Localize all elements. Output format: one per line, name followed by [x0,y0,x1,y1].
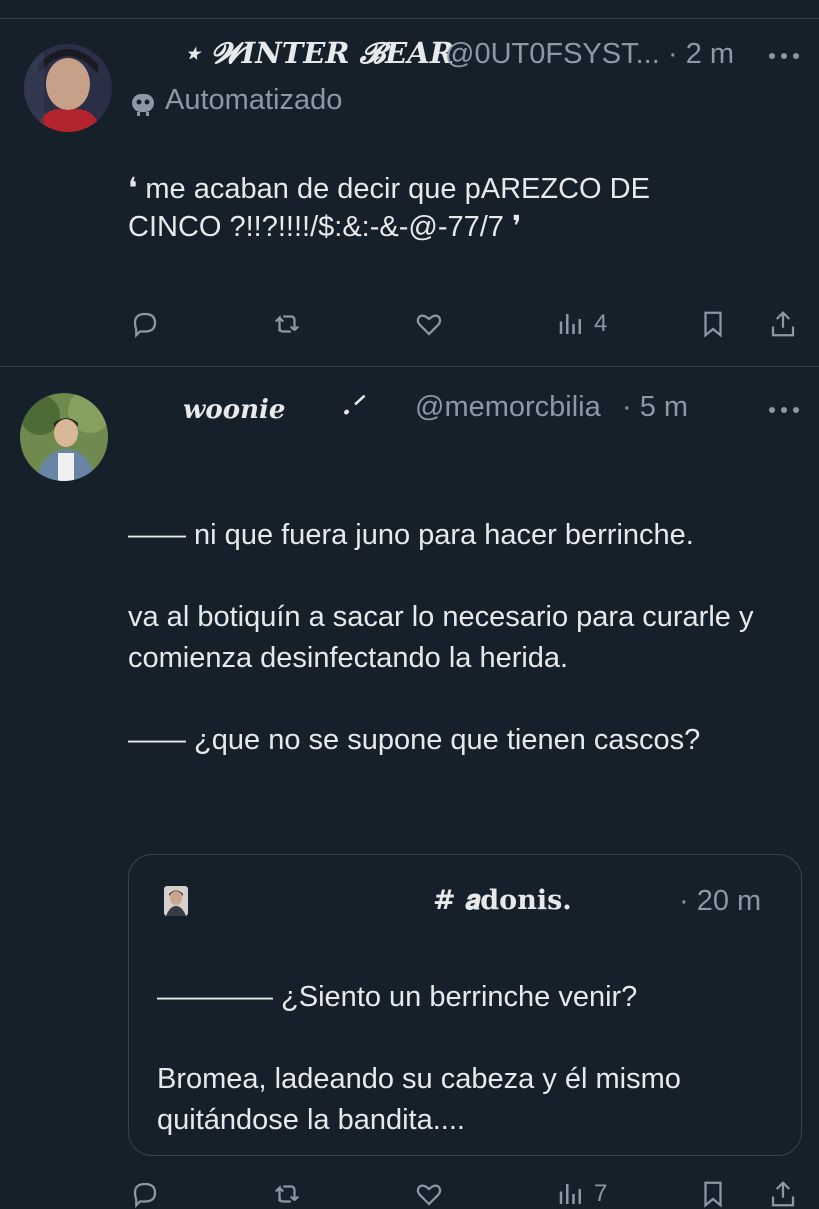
share-icon [771,311,795,337]
share-icon [771,1181,795,1207]
views-count: 7 [594,1180,608,1207]
views-button[interactable]: 7 [556,1179,607,1209]
user-handle[interactable]: @memorcbilia [415,391,601,424]
name-decoration: .ᐟ [342,391,363,421]
bookmark-button[interactable] [698,1179,728,1209]
share-button[interactable] [768,309,798,339]
bot-icon [128,88,158,118]
user-handle[interactable]: @0UT0FSYST... [445,38,660,71]
reply-icon [133,312,157,338]
tweet-text: —— ni que fuera juno para hacer berrinch… [128,519,754,756]
tweet-1[interactable]: ⋆ 𝓦INTER 𝓑EAR @0UT0FSYST... · 2 m Automa… [0,0,819,366]
automated-label: Automatizado [165,84,343,116]
quoted-display-name[interactable]: # 𝒂donis. [433,885,572,917]
reply-button[interactable] [130,1179,160,1209]
display-name[interactable]: ⋆ 𝓦INTER 𝓑EAR [183,36,454,71]
tweet-time[interactable]: · 2 m [668,38,734,71]
heart-icon [416,1184,442,1206]
display-name[interactable]: woonie [183,395,285,425]
tweet-2[interactable]: woonie .ᐟ @memorcbilia · 5 m —— ni que f… [0,367,819,1208]
retweet-icon [274,315,300,333]
more-icon[interactable] [767,40,801,68]
more-icon[interactable] [767,394,801,422]
retweet-button[interactable] [272,1179,302,1209]
views-button[interactable]: 4 [556,309,607,339]
tweet-text: ❛ me acaban de decir que pAREZCO DE CINC… [128,173,650,243]
timeline: ⋆ 𝓦INTER 𝓑EAR @0UT0FSYST... · 2 m Automa… [0,0,819,1208]
quoted-text: ———— ¿Siento un berrinche venir? Bromea,… [157,981,681,1136]
reply-icon [133,1182,157,1208]
tweet-time[interactable]: · 5 m [622,391,688,424]
avatar[interactable] [20,393,108,481]
retweet-button[interactable] [272,309,302,339]
quoted-time[interactable]: · 20 m [679,885,761,918]
bookmark-icon [704,1181,722,1208]
bookmark-icon [704,311,722,338]
like-button[interactable] [414,1179,444,1209]
avatar[interactable] [24,44,112,132]
quoted-avatar [164,886,188,916]
like-button[interactable] [414,309,444,339]
heart-icon [416,314,442,336]
retweet-icon [274,1185,300,1203]
views-count: 4 [594,310,608,337]
views-icon [559,314,581,334]
quoted-tweet[interactable]: # 𝒂donis. · 20 m ———— ¿Siento un berrinc… [128,854,802,1156]
views-icon [559,1184,581,1204]
share-button[interactable] [768,1179,798,1209]
reply-button[interactable] [130,309,160,339]
bookmark-button[interactable] [698,309,728,339]
